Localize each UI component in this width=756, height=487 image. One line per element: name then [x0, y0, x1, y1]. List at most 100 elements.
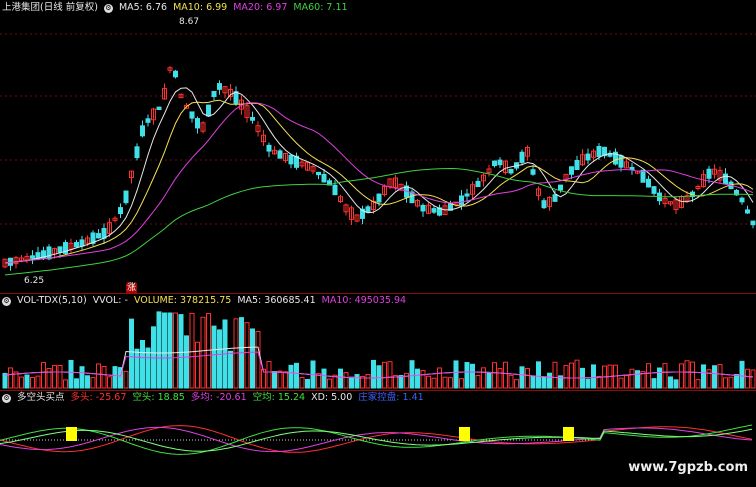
volume-bar	[30, 377, 35, 389]
volume-bar	[68, 359, 74, 389]
candle-body	[508, 168, 514, 174]
candle-body	[145, 118, 151, 123]
vol-title: VOL-TDX(5,10)	[17, 295, 87, 306]
volume-bar	[492, 362, 497, 389]
candle-body	[723, 173, 728, 185]
settings-gear-icon[interactable]: ⚙	[103, 3, 113, 13]
volume-bar	[585, 378, 591, 389]
volume-bar	[250, 328, 255, 389]
volume-bar	[398, 375, 404, 389]
candle-body	[420, 204, 426, 212]
volume-bar	[283, 371, 288, 389]
candle-body	[233, 91, 239, 104]
volume-bar	[508, 374, 514, 389]
volume-bar	[552, 361, 558, 389]
volume-bar	[437, 367, 442, 389]
buy-signal-marker	[563, 427, 574, 441]
volume-bar	[712, 365, 717, 389]
chart-canvas[interactable]	[0, 0, 756, 487]
volume-bar	[63, 379, 68, 389]
candle-body	[497, 159, 503, 166]
volume-bar	[668, 376, 673, 389]
indicator-panel-header: ⚙ 多空头买点 多头: -25.67 空头: 18.85 多均: -20.61 …	[2, 391, 424, 405]
volume-bar	[547, 372, 552, 389]
volume-bar	[563, 365, 569, 389]
candle-body	[574, 159, 580, 171]
candle-body	[739, 197, 745, 203]
volume-bar	[745, 368, 750, 389]
volume-bar	[530, 375, 536, 389]
candle-body	[288, 154, 294, 165]
volume-bar	[156, 311, 162, 389]
candle-body	[750, 220, 756, 226]
stock-chart-window[interactable]: 上港集团(日线 前复权) ⚙ MA5: 6.76 MA10: 6.99 MA20…	[0, 0, 756, 487]
volume-bar	[24, 374, 30, 389]
volume-bar	[459, 378, 464, 389]
volume-bar	[701, 364, 706, 389]
candle-body	[464, 193, 470, 197]
candle-body	[250, 117, 255, 121]
volume-bar	[470, 363, 475, 389]
volume-bar	[145, 347, 151, 389]
volume-bar	[431, 377, 437, 389]
volume-bar	[481, 367, 486, 389]
volume-bar	[57, 364, 63, 389]
volume-bar	[79, 366, 85, 389]
candle-body	[206, 104, 211, 117]
volume-settings-gear-icon[interactable]: ⚙	[2, 296, 11, 306]
candle-body	[706, 168, 712, 179]
indicator-settings-gear-icon[interactable]: ⚙	[2, 393, 11, 403]
candle-body	[96, 233, 101, 239]
candle-body	[277, 150, 283, 159]
volume-bar	[338, 368, 343, 389]
volume-bar	[541, 376, 547, 389]
candle-body	[217, 83, 222, 90]
volume-bar	[272, 371, 277, 389]
volume-bar	[679, 363, 684, 389]
volume-bar	[349, 376, 354, 389]
volume-bar	[123, 370, 129, 389]
candle-body	[376, 193, 382, 203]
volume-bar	[464, 362, 470, 389]
volume-bar	[706, 369, 712, 389]
volume-bar	[305, 379, 310, 389]
vvol-label: VVOL: -	[92, 295, 128, 306]
short-avg-value: 空均: 15.24	[252, 392, 306, 403]
candle-body	[79, 239, 85, 247]
volume-bar	[376, 365, 382, 389]
volume-bar	[228, 350, 233, 389]
buy-signal-marker	[66, 427, 77, 441]
candle-body	[365, 206, 371, 213]
candle-body	[431, 208, 437, 213]
volume-bar	[569, 362, 574, 389]
volume-value: VOLUME: 378215.75	[133, 295, 232, 306]
volume-bar	[85, 375, 90, 389]
volume-bar	[591, 364, 596, 389]
volume-bar	[266, 361, 272, 389]
volume-bar	[673, 379, 679, 389]
volume-bar	[112, 366, 118, 389]
volume-bar	[448, 377, 453, 389]
candle-body	[475, 180, 481, 188]
short-value: 空头: 18.85	[132, 392, 185, 403]
volume-bar	[629, 368, 635, 389]
candle-body	[134, 146, 140, 159]
volume-bar	[19, 376, 24, 389]
long-value: 多头: -25.67	[70, 392, 127, 403]
candle-body	[30, 255, 35, 259]
ma5-label: MA5: 6.76	[118, 2, 168, 13]
volume-bar	[519, 366, 525, 389]
volume-bar	[442, 376, 448, 389]
vol-ma5: MA5: 360685.41	[237, 295, 316, 306]
vol-ma10: MA10: 495035.94	[321, 295, 407, 306]
candle-body	[101, 227, 107, 239]
volume-bar	[646, 363, 651, 389]
volume-bar	[635, 370, 640, 389]
candle-body	[596, 146, 602, 157]
volume-bar	[321, 368, 327, 389]
volume-bar	[739, 360, 745, 389]
candle-body	[519, 151, 525, 163]
volume-bar	[2, 372, 8, 389]
indicator-title: 多空头买点	[17, 392, 65, 403]
ma20-line	[4, 102, 754, 264]
